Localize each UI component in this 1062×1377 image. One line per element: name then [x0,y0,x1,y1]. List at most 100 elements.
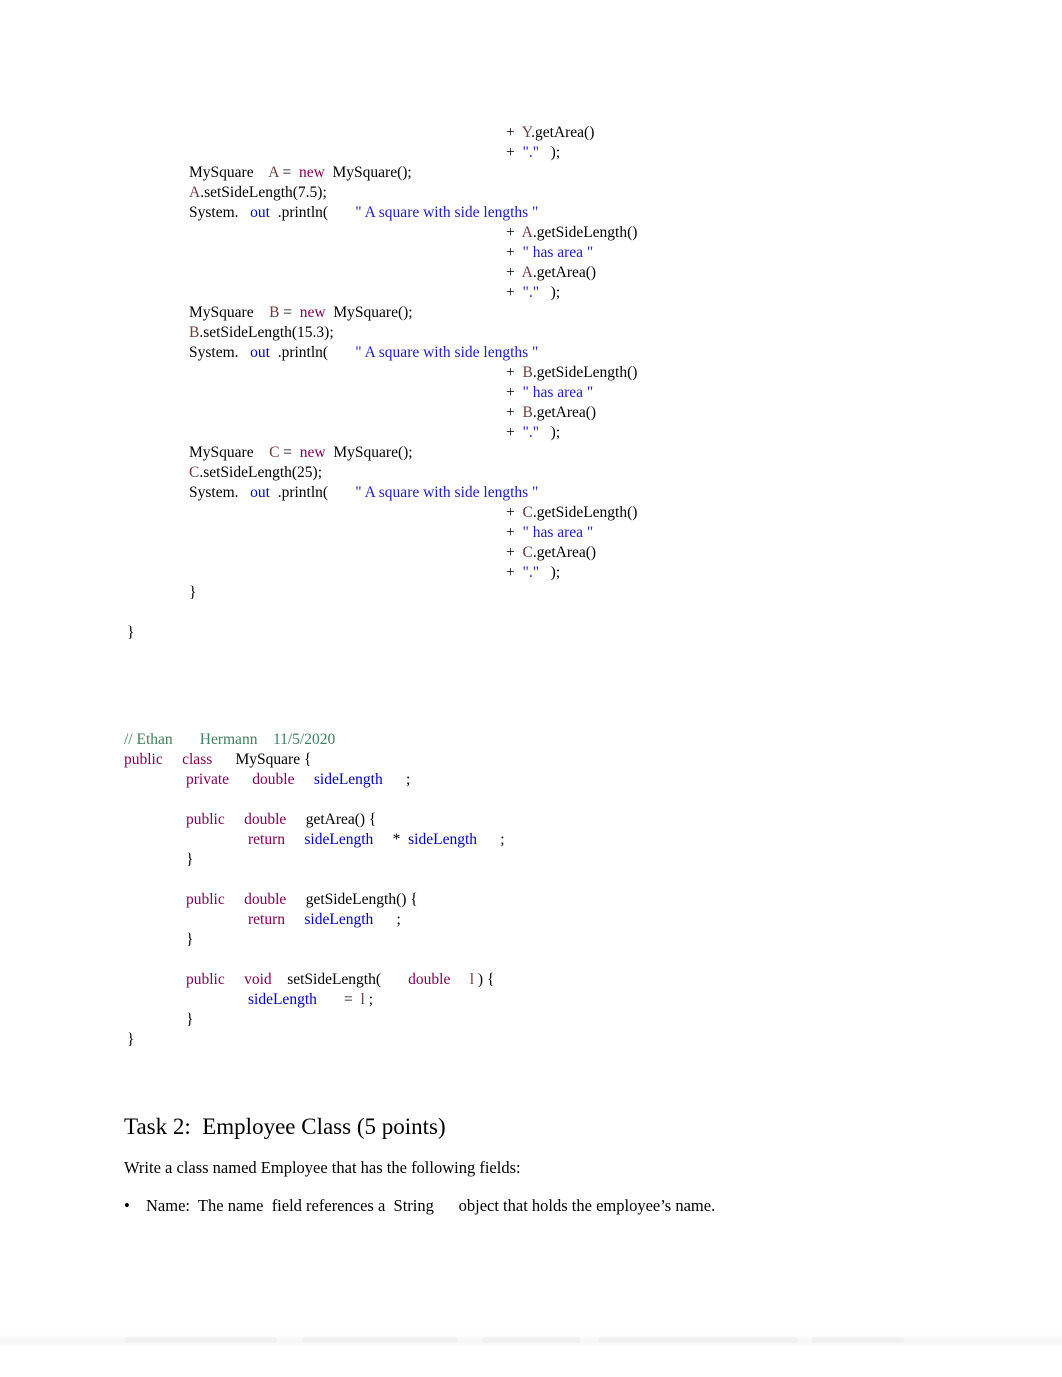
code-token-plain: ; [382,771,411,788]
code-token-str: " has area " [522,384,594,401]
code-line: + " has area " [124,383,637,403]
code-token-var: A [521,224,533,241]
code-line: MySquare B = new MySquare(); [124,303,637,323]
code-token-field: out [250,344,270,361]
code-token-kw: double [244,811,287,828]
code-token-plain: ; [364,991,373,1008]
code-token-str: " A square with side lengths " [355,484,539,501]
code-token-field: sideLength [248,991,317,1008]
code-token-plain: + [506,284,523,301]
code-token-str: "." [522,424,540,441]
code-token-plain: + [506,124,522,141]
code-token-plain: .getArea() [532,404,597,421]
code-token-plain: = [278,164,299,181]
code-token-plain: } [186,931,194,948]
code-token-plain: .println( [269,344,356,361]
code-token-plain: ; [373,911,401,928]
code-token-plain: MySquare [189,164,269,181]
code-token-kw: public [186,971,225,988]
code-line: System. out .println( " A square with si… [124,483,637,503]
code-token-str: "." [522,564,540,581]
code-token-plain: .getArea() [531,124,595,141]
code-token-var: C [522,504,533,521]
code-token-plain: + [506,264,522,281]
code-token-var: C [522,544,533,561]
code-token-plain: System. [189,204,251,221]
code-line: public double getArea() { [124,810,505,830]
code-token-plain: } [189,584,197,601]
code-token-var: A [268,164,279,181]
code-line: public double getSideLength() { [124,890,505,910]
code-token-field: out [250,204,270,221]
code-token-kw: new [299,304,326,321]
code-token-str: "." [522,144,540,161]
code-line: + "." ); [124,563,637,583]
code-line: System. out .println( " A square with si… [124,343,637,363]
code-token-str: " A square with side lengths " [355,344,539,361]
code-line: B.setSideLength(15.3); [124,323,637,343]
code-token-var: B [269,304,280,321]
code-token-kw: private [186,771,230,788]
code-token-var: A [521,264,533,281]
code-line: } [124,850,505,870]
code-token-plain: ); [539,564,561,581]
code-token-plain: .getArea() [532,544,597,561]
code-line: } [124,623,637,643]
code-token-plain: .println( [269,484,356,501]
code-line: + Y.getArea() [124,123,637,143]
code-token-var: B [522,364,533,381]
code-token-plain: MySquare [189,304,270,321]
code-token-plain: getArea() { [286,811,377,828]
code-token-field: sideLength [408,831,478,848]
code-line: } [124,1010,505,1030]
code-token-plain: setSideLength( [271,971,409,988]
code-line: + "." ); [124,423,637,443]
code-token-plain: + [506,384,523,401]
code-block-tester-class: + Y.getArea() + "." ); MySquare A = new My… [124,123,637,643]
code-line: + " has area " [124,523,637,543]
code-token-kw: return [248,831,286,848]
code-token-plain: = [316,991,361,1008]
code-line: MySquare A = new MySquare(); [124,163,637,183]
code-token-plain: System. [189,344,251,361]
code-token-kw: void [244,971,272,988]
code-token-kw: double [408,971,451,988]
code-token-kw: new [299,444,326,461]
code-token-plain: MySquare(); [325,304,413,321]
code-token-plain: } [127,1031,135,1048]
list-item: • Name: The name field references a Stri… [124,1195,715,1217]
code-token-plain: MySquare(); [324,164,412,181]
code-line: + "." ); [124,143,637,163]
code-token-str: "." [522,284,540,301]
code-token-plain: .getSideLength() [532,504,638,521]
code-token-plain: + [506,224,522,241]
code-line: // Ethan Hermann 11/5/2020 [124,730,505,750]
code-token-field: sideLength [313,771,383,788]
code-token-plain: MySquare { [212,751,312,768]
code-token-plain: .println( [269,204,356,221]
code-token-plain: + [506,524,523,541]
code-line: return sideLength * sideLength ; [124,830,505,850]
code-line: return sideLength ; [124,910,505,930]
code-line: + B.getSideLength() [124,363,637,383]
code-line: + A.getSideLength() [124,223,637,243]
code-token-kw: public [186,891,225,908]
code-token-plain: ); [539,144,561,161]
code-line: } [124,583,637,603]
code-token-plain: + [506,424,523,441]
code-token-plain: getSideLength() { [286,891,418,908]
code-token-plain: * [373,831,409,848]
code-token-plain: ); [539,284,561,301]
code-line: } [124,930,505,950]
code-token-plain: + [506,404,523,421]
code-token-kw: double [252,771,295,788]
